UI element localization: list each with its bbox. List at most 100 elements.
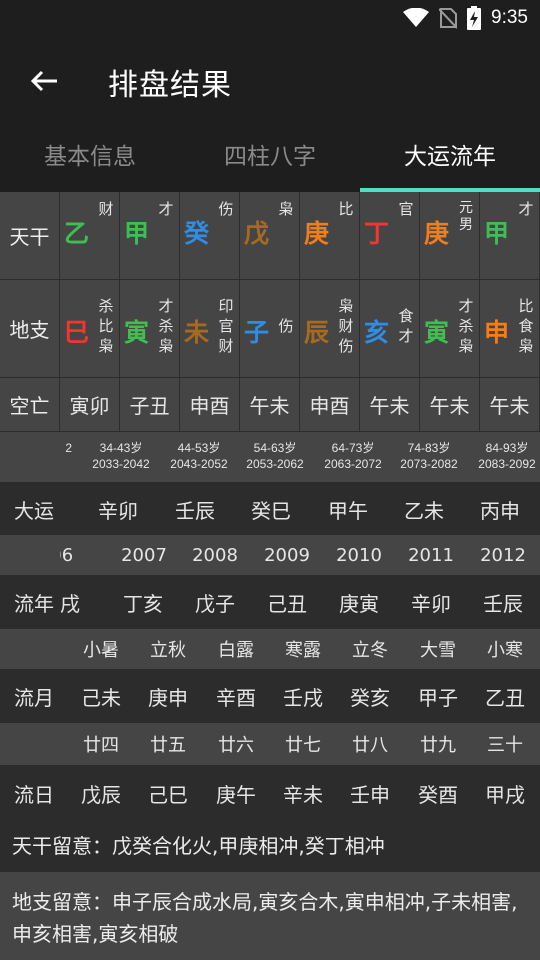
canggan-shishen: 伤: [338, 337, 354, 355]
dayun-pillar[interactable]: 辛卯: [84, 483, 152, 535]
liunian-pillar[interactable]: 丁亥: [109, 575, 177, 629]
lunar-day[interactable]: 三十: [471, 723, 539, 765]
pillar-stem-cell[interactable]: 甲才: [480, 192, 540, 280]
dizhi-row: 地支 巳杀比枭寅才杀枭未印官财子伤辰枭财伤亥食才寅才杀枭申比食枭: [0, 280, 540, 378]
pillar-branch: 申: [484, 318, 510, 347]
dayun-age-cell[interactable]: 34-43岁 2033-2042: [86, 432, 156, 482]
tab-dayun-liunian[interactable]: 大运流年: [360, 126, 540, 192]
pillar-stem-cell[interactable]: 丁官: [360, 192, 420, 280]
liuyue-values[interactable]: 己未 庚申 辛酉 壬戌 癸亥 甲子 乙丑: [60, 669, 540, 723]
dayun-pillar[interactable]: 丙申: [466, 483, 534, 535]
dayun-age-cell[interactable]: 84-93岁 2083-2092: [472, 432, 540, 482]
canggan-shishen: 才: [458, 297, 474, 315]
liunian-pillar[interactable]: 辛卯: [397, 575, 465, 629]
lunar-day[interactable]: 廿五: [134, 723, 202, 765]
jieqi-term[interactable]: 立冬: [336, 629, 404, 669]
jieqi-row[interactable]: 小暑 立秋 白露 寒露 立冬 大雪 小寒: [0, 629, 540, 669]
pillar-stem-cell[interactable]: 甲才: [120, 192, 180, 280]
liunian-pillar[interactable]: 庚寅: [325, 575, 393, 629]
liunian-pillar[interactable]: 戊子: [181, 575, 249, 629]
dayun-pillar[interactable]: 甲午: [314, 483, 382, 535]
canggan-shishen: 才: [398, 327, 414, 345]
dayun-age-cell[interactable]: 74-83岁 2073-2082: [394, 432, 464, 482]
liuyue-row[interactable]: 流月 己未 庚申 辛酉 壬戌 癸亥 甲子 乙丑: [0, 669, 540, 723]
dayun-values[interactable]: 辛卯 壬辰 癸巳 甲午 乙未 丙申: [60, 483, 540, 535]
pillar-branch-cell[interactable]: 寅才杀枭: [420, 280, 480, 378]
liunian-year[interactable]: 2010: [325, 535, 393, 575]
liuri-row[interactable]: 流日 戊辰 己巳 庚午 辛未 壬申 癸酉 甲戌: [0, 765, 540, 821]
jieqi-term[interactable]: 寒露: [269, 629, 337, 669]
liunian-year[interactable]: 2012: [469, 535, 537, 575]
liunian-pillar[interactable]: 己丑: [253, 575, 321, 629]
liuri-pillar[interactable]: 己巳: [134, 765, 202, 821]
status-bar: 9:35: [0, 0, 540, 36]
pillar-branch-cell[interactable]: 亥食才: [360, 280, 420, 378]
liuri-pillar[interactable]: 戊辰: [67, 765, 135, 821]
liuyue-pillar[interactable]: 辛酉: [202, 669, 270, 723]
liuri-pillar[interactable]: 庚午: [202, 765, 270, 821]
pillar-stem-cell[interactable]: 庚元男: [420, 192, 480, 280]
liuri-pillar[interactable]: 壬申: [336, 765, 404, 821]
liunian-year[interactable]: 2007: [110, 535, 178, 575]
pillar-canggan: 伤: [276, 316, 296, 336]
pillar-stem-shishen: 比: [338, 200, 354, 218]
pillar-branch-cell[interactable]: 未印官财: [180, 280, 240, 378]
tab-basic-info[interactable]: 基本信息: [0, 126, 180, 192]
dayun-pillar[interactable]: 乙未: [390, 483, 458, 535]
lunar-day-row[interactable]: 廿四 廿五 廿六 廿七 廿八 廿九 三十: [0, 723, 540, 765]
dayun-row[interactable]: 大运 辛卯 壬辰 癸巳 甲午 乙未 丙申: [0, 483, 540, 535]
liunian-pillar[interactable]: 戌: [60, 575, 104, 629]
dayun-age-cell[interactable]: 54-63岁 2053-2062: [240, 432, 310, 482]
dayun-age-cell[interactable]: 2: [24, 432, 72, 482]
lunar-day[interactable]: 廿六: [202, 723, 270, 765]
liuri-values[interactable]: 戊辰 己巳 庚午 辛未 壬申 癸酉 甲戌: [60, 765, 540, 821]
liunian-values[interactable]: 戌丁亥 戊子 己丑 庚寅 辛卯 壬辰: [60, 575, 540, 629]
lunar-day[interactable]: 廿七: [269, 723, 337, 765]
pillar-branch-cell[interactable]: 申比食枭: [480, 280, 540, 378]
pillar-stem-cell[interactable]: 乙财: [60, 192, 120, 280]
liunian-year[interactable]: 2009: [253, 535, 321, 575]
pillar-branch-cell[interactable]: 子伤: [240, 280, 300, 378]
jieqi-term[interactable]: 小寒: [471, 629, 539, 669]
liunian-year[interactable]: 2008: [181, 535, 249, 575]
jieqi-term[interactable]: 白露: [202, 629, 270, 669]
dayun-pillar[interactable]: 壬辰: [161, 483, 229, 535]
liuri-pillar[interactable]: 甲戌: [471, 765, 539, 821]
liuri-pillar[interactable]: 辛未: [269, 765, 337, 821]
jieqi-values[interactable]: 小暑 立秋 白露 寒露 立冬 大雪 小寒: [60, 629, 540, 669]
pillar-stem-cell[interactable]: 癸伤: [180, 192, 240, 280]
jieqi-term[interactable]: 大雪: [404, 629, 472, 669]
lunar-day[interactable]: 廿九: [404, 723, 472, 765]
pillar-branch-cell[interactable]: 辰枭财伤: [300, 280, 360, 378]
pillar-stem-cell[interactable]: 戊枭: [240, 192, 300, 280]
pillar-branch-cell[interactable]: 寅才杀枭: [120, 280, 180, 378]
liuyue-pillar[interactable]: 庚申: [134, 669, 202, 723]
liuyue-pillar[interactable]: 己未: [67, 669, 135, 723]
liuyue-pillar[interactable]: 甲子: [404, 669, 472, 723]
app-toolbar: 排盘结果: [0, 36, 540, 126]
liunian-year[interactable]: 2011: [397, 535, 465, 575]
liuyue-pillar[interactable]: 乙丑: [471, 669, 539, 723]
liunian-pillar[interactable]: 壬辰: [469, 575, 537, 629]
year-row[interactable]: 006 200720082009201020112012: [0, 535, 540, 575]
liuyue-pillar[interactable]: 癸亥: [336, 669, 404, 723]
liunian-year[interactable]: 006: [60, 535, 90, 575]
year-values[interactable]: 006 200720082009201020112012: [60, 535, 540, 575]
lunar-day[interactable]: 廿四: [67, 723, 135, 765]
wifi-icon: [403, 8, 430, 27]
tab-four-pillars[interactable]: 四柱八字: [180, 126, 360, 192]
dayun-age-cell[interactable]: 64-73岁 2063-2072: [318, 432, 388, 482]
dayun-age-cell[interactable]: 44-53岁 2043-2052: [164, 432, 234, 482]
dayun-pillar[interactable]: 癸巳: [237, 483, 305, 535]
lunar-day-values[interactable]: 廿四 廿五 廿六 廿七 廿八 廿九 三十: [60, 723, 540, 765]
liuri-pillar[interactable]: 癸酉: [404, 765, 472, 821]
dayun-age-row[interactable]: 2 34-43岁 2033-2042 44-53岁 2043-2052 54-63岁 205…: [0, 432, 540, 482]
pillar-branch-cell[interactable]: 巳杀比枭: [60, 280, 120, 378]
jieqi-term[interactable]: 立秋: [134, 629, 202, 669]
back-button[interactable]: [24, 61, 64, 101]
liuyue-pillar[interactable]: 壬戌: [269, 669, 337, 723]
liunian-row[interactable]: 流年 戌丁亥 戊子 己丑 庚寅 辛卯 壬辰: [0, 575, 540, 629]
lunar-day[interactable]: 廿八: [336, 723, 404, 765]
jieqi-term[interactable]: 小暑: [67, 629, 135, 669]
pillar-stem-cell[interactable]: 庚比: [300, 192, 360, 280]
